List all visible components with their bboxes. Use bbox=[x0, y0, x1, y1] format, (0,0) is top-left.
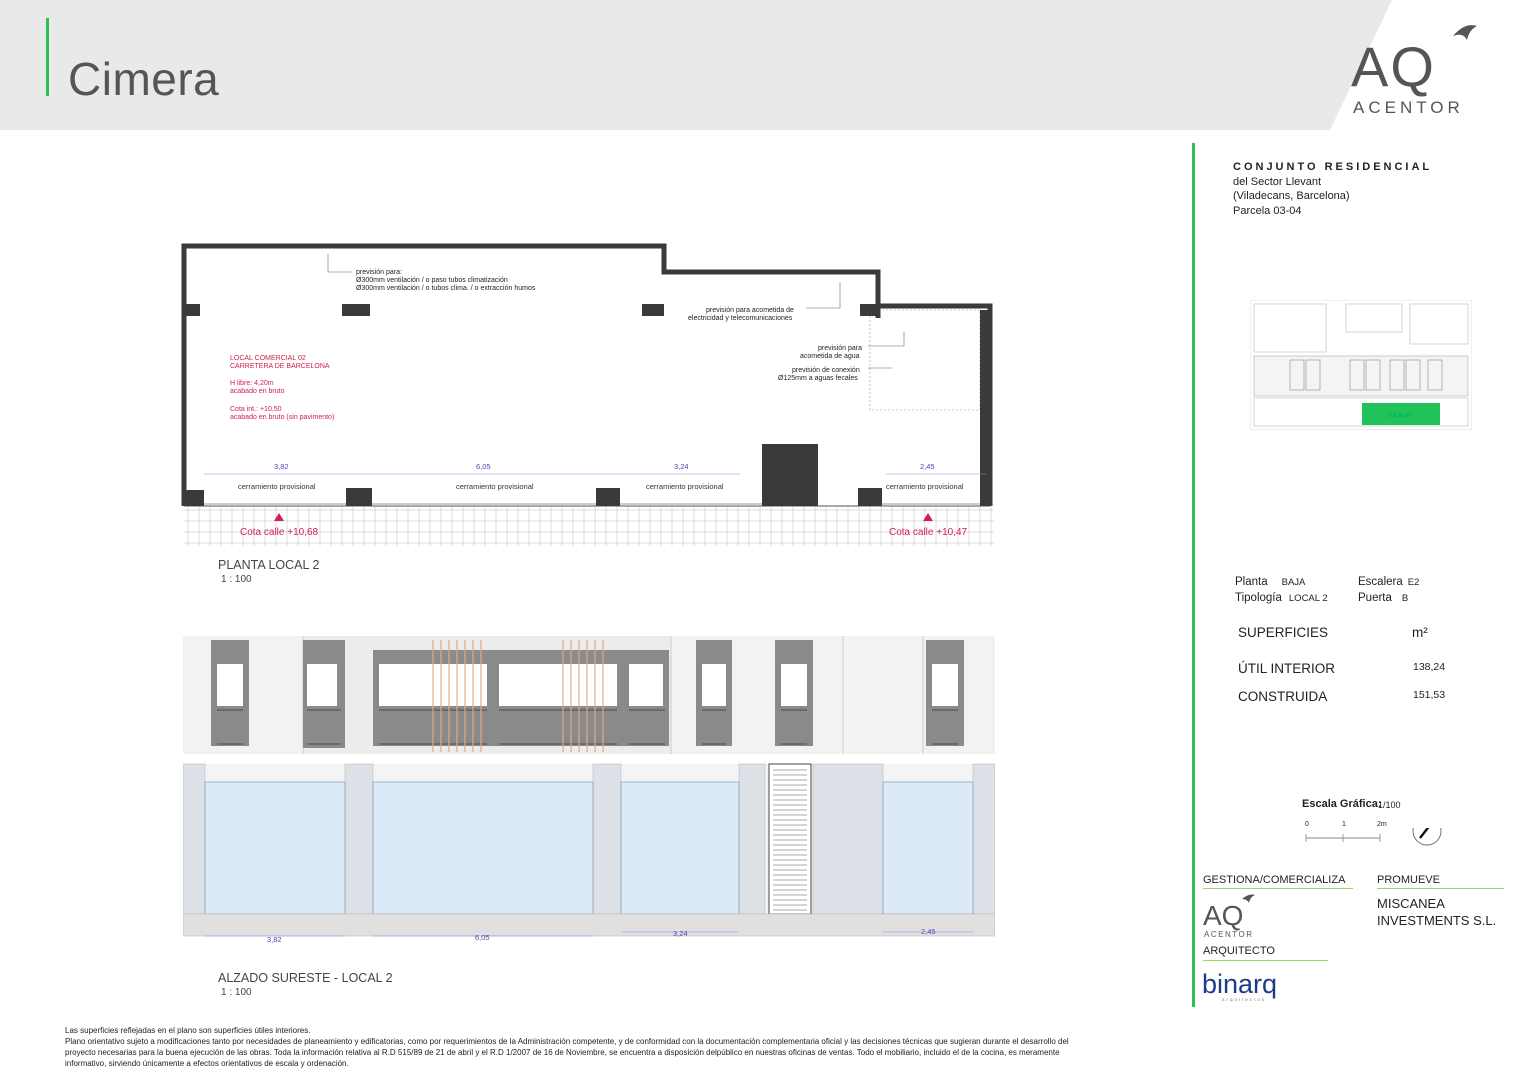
spec-tipologia: Tipología LOCAL 2 bbox=[1235, 588, 1328, 606]
header-band bbox=[0, 0, 1528, 130]
page-title: Cimera bbox=[68, 53, 220, 105]
plan-scale: 1 : 100 bbox=[221, 574, 252, 585]
elev-dim-3: 3,24 bbox=[673, 929, 688, 938]
local-label-1: LOCAL COMERCIAL 02 bbox=[230, 355, 306, 362]
spec-escalera-label: Escalera bbox=[1358, 576, 1403, 588]
arquitecto-rule bbox=[1203, 960, 1328, 961]
note-fecales-1: previsión de conexión bbox=[792, 367, 860, 374]
graphic-scale: Escala Gráfica: 1/100 0 1 2m bbox=[1300, 798, 1460, 858]
elevation-caption: ALZADO SURESTE - LOCAL 2 bbox=[218, 971, 393, 985]
binarq-logo-sub: arquitectos bbox=[1222, 997, 1266, 1002]
scale-tick-2: 2m bbox=[1377, 821, 1387, 828]
brand-name: ACENTOR bbox=[1353, 98, 1464, 117]
note-elec-2: electricidad y telecomunicaciones bbox=[688, 315, 793, 322]
cerramiento-label-4: cerramiento provisional bbox=[886, 482, 964, 491]
scale-bar bbox=[1305, 828, 1442, 846]
project-line-2: del Sector Llevant bbox=[1233, 175, 1322, 188]
gestiona-label: GESTIONA/COMERCIALIZA bbox=[1203, 874, 1346, 886]
plan-dim-3: 3,24 bbox=[674, 462, 689, 471]
gestiona-logo-name: ACENTOR bbox=[1204, 930, 1253, 939]
scale-label: Escala Gráfica: bbox=[1302, 798, 1382, 810]
note-agua-2: acometida de agua bbox=[800, 353, 860, 360]
local-label-6: acabado en bruto (sin pavimento) bbox=[230, 414, 334, 421]
spec-puerta: Puerta B bbox=[1358, 588, 1408, 606]
local-label-4: acabado en bruto bbox=[230, 388, 285, 395]
structural-columns bbox=[186, 304, 990, 506]
local-label-2: CARRETERA DE BARCELONA bbox=[230, 363, 330, 370]
cerramiento-label-3: cerramiento provisional bbox=[646, 482, 724, 491]
promueve-label: PROMUEVE bbox=[1377, 874, 1440, 886]
binarq-logo-name: binarq bbox=[1202, 969, 1277, 999]
area-label-util: ÚTIL INTERIOR bbox=[1238, 661, 1336, 676]
footnote-line-1: Las superficies reflejadas en el plano s… bbox=[65, 1026, 311, 1035]
project-line-3: (Viladecans, Barcelona) bbox=[1233, 190, 1350, 202]
plan-caption: PLANTA LOCAL 2 bbox=[218, 558, 320, 572]
scale-tick-0: 0 bbox=[1305, 821, 1309, 828]
project-lead: CONJUNTO RESIDENCIAL bbox=[1233, 161, 1433, 173]
elevation-scale: 1 : 100 bbox=[221, 987, 252, 998]
key-plan-tag: LOCAL 02 bbox=[1388, 413, 1411, 419]
floor-plan: 3,82 6,05 3,24 2,45 cerramiento provisio… bbox=[181, 243, 994, 546]
note-elec-1: previsión para acometida de bbox=[706, 307, 794, 314]
elev-dim-1: 3,82 bbox=[267, 935, 282, 944]
elev-dim-4: 2,45 bbox=[921, 927, 936, 936]
binarq-logo: binarq arquitectos bbox=[1202, 969, 1277, 1002]
note-fecales-2: Ø125mm a aguas fecales bbox=[778, 375, 858, 382]
arquitecto-label: ARQUITECTO bbox=[1203, 945, 1275, 957]
note-prevision-2: Ø300mm ventilación / o paso tubos climat… bbox=[356, 277, 508, 284]
area-value-util: 138,24 bbox=[1413, 661, 1446, 673]
areas-unit: m² bbox=[1412, 625, 1428, 640]
cota-right-marker-icon bbox=[923, 513, 933, 521]
spec-puerta-value: B bbox=[1401, 593, 1409, 604]
gestiona-rule bbox=[1203, 888, 1353, 889]
project-heading: CONJUNTO RESIDENCIAL del Sector Llevant … bbox=[1233, 160, 1432, 218]
project-line-4: Parcela 03-04 bbox=[1233, 204, 1302, 217]
scale-ratio: 1/100 bbox=[1378, 800, 1401, 810]
elevation-drawing: 3,82 6,05 3,24 2,45 bbox=[183, 636, 995, 944]
scale-tick-1: 1 bbox=[1342, 821, 1346, 828]
spec-tipologia-label: Tipología bbox=[1235, 592, 1282, 604]
spec-puerta-label: Puerta bbox=[1358, 592, 1392, 604]
key-plan: LOCAL 02 bbox=[1250, 300, 1472, 430]
cota-left: Cota calle +10,68 bbox=[240, 527, 319, 538]
cota-left-marker-icon bbox=[274, 513, 284, 521]
spec-planta-label: Planta bbox=[1235, 576, 1268, 588]
header-accent-bar bbox=[46, 18, 49, 96]
cerramiento-label-1: cerramiento provisional bbox=[238, 482, 316, 491]
promueve-rule bbox=[1377, 888, 1504, 889]
local-label-5: Cota int.: +10,50 bbox=[230, 406, 282, 413]
spec-tipologia-value: LOCAL 2 bbox=[1288, 593, 1328, 604]
plan-dim-2: 6,05 bbox=[476, 462, 491, 471]
logo-mark: AQ bbox=[1351, 35, 1436, 98]
spec-planta-value: BAJA bbox=[1281, 577, 1306, 588]
local-label-3: H libre: 4,20m bbox=[230, 380, 274, 387]
gestiona-logo-mark: AQ bbox=[1203, 900, 1243, 931]
elev-dim-2: 6,05 bbox=[475, 933, 490, 942]
side-panel-rule bbox=[1192, 143, 1195, 1007]
bird-icon bbox=[1453, 25, 1477, 40]
header-background bbox=[0, 0, 1392, 130]
bird-icon bbox=[1242, 894, 1255, 903]
note-prevision-1: previsión para: bbox=[356, 269, 402, 276]
promueve-line-1: MISCANEA bbox=[1377, 896, 1445, 911]
areas-heading: SUPERFICIES bbox=[1238, 625, 1329, 640]
cota-right: Cota calle +10,47 bbox=[889, 527, 968, 538]
footnote: Las superficies reflejadas en el plano s… bbox=[65, 1025, 1075, 1069]
area-value-construida: 151,53 bbox=[1413, 689, 1446, 701]
plan-dim-4: 2,45 bbox=[920, 462, 935, 471]
gestiona-logo: AQ ACENTOR bbox=[1203, 894, 1255, 939]
promueve-line-2: INVESTMENTS S.L. bbox=[1377, 913, 1497, 928]
note-agua-1: previsión para bbox=[818, 345, 862, 352]
area-label-construida: CONSTRUIDA bbox=[1238, 689, 1328, 704]
note-prevision-3: Ø300mm ventilación / o tubos clima. / o … bbox=[356, 285, 536, 292]
footnote-line-2: Plano orientativo sujeto a modificacione… bbox=[65, 1037, 1069, 1068]
spec-escalera-value: E2 bbox=[1407, 577, 1420, 588]
cerramiento-label-2: cerramiento provisional bbox=[456, 482, 534, 491]
plan-dim-1: 3,82 bbox=[274, 462, 289, 471]
